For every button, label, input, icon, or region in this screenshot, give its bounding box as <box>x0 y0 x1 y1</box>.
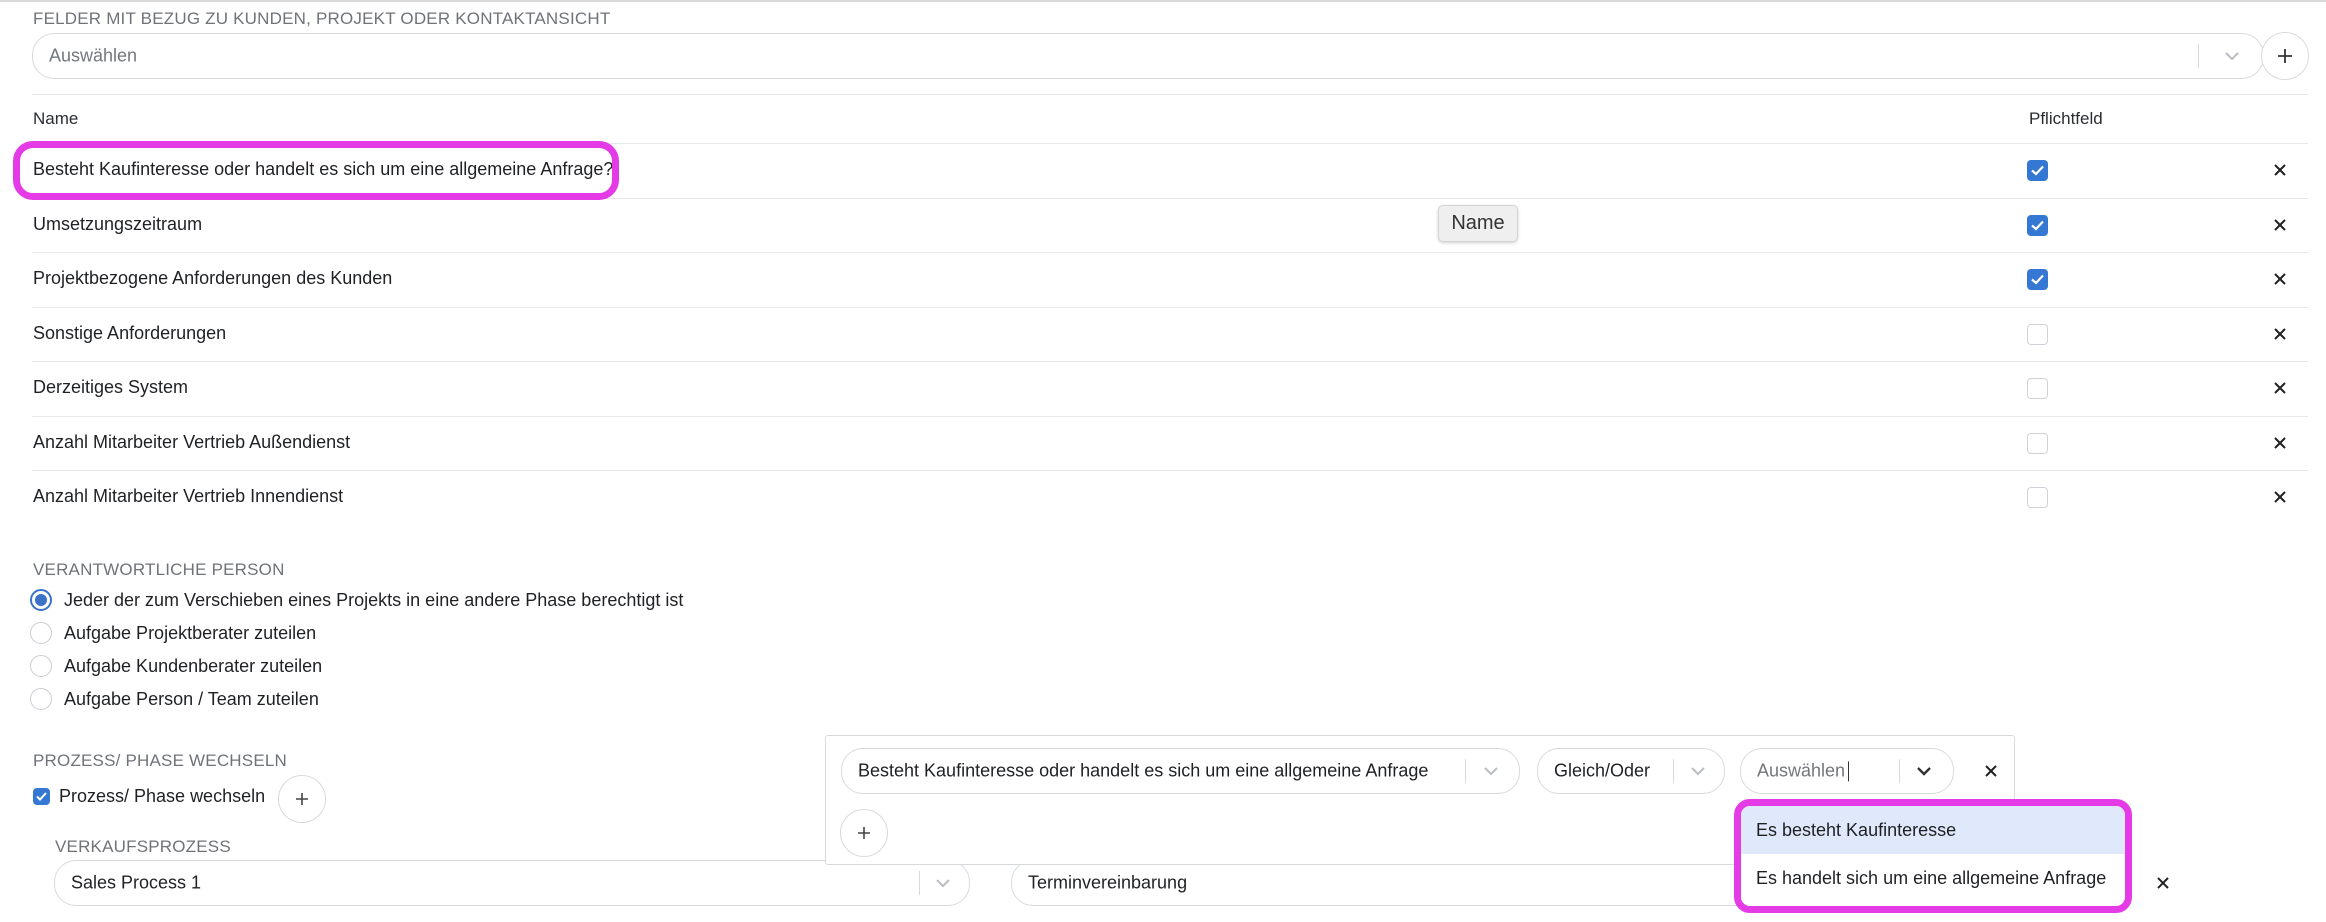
row-divider <box>32 361 2308 362</box>
close-icon[interactable] <box>2155 875 2171 891</box>
phase-value: Terminvereinbarung <box>1028 872 1188 893</box>
condition-value-select[interactable]: Auswählen <box>1740 748 1954 794</box>
remove-row-icon[interactable] <box>2272 162 2288 178</box>
close-icon[interactable] <box>1983 763 1999 779</box>
plus-icon <box>2278 49 2292 63</box>
column-header-name: Name <box>33 109 79 128</box>
select-separator <box>2198 44 2199 68</box>
column-header-required: Pflichtfeld <box>2029 109 2103 128</box>
check-icon <box>2031 274 2044 285</box>
condition-operator-select[interactable]: Gleich/Oder <box>1537 748 1725 794</box>
add-field-button[interactable] <box>2261 32 2309 80</box>
plus-icon <box>858 827 870 839</box>
fields-section-label: FELDER MIT BEZUG ZU KUNDEN, PROJEKT ODER… <box>33 9 611 28</box>
plus-icon <box>296 793 308 805</box>
row-divider <box>32 470 2308 471</box>
chevron-down-icon[interactable] <box>1913 760 1935 782</box>
highlight-annotation <box>13 141 619 200</box>
field-row-name: Umsetzungszeitraum <box>33 213 203 234</box>
process-checkbox-label: Prozess/ Phase wechseln <box>59 786 266 806</box>
required-checkbox[interactable] <box>2027 269 2048 290</box>
responsible-section-label: VERANTWORTLICHE PERSON <box>33 560 285 579</box>
remove-row-icon[interactable] <box>2272 217 2288 233</box>
process-checkbox[interactable] <box>33 788 50 805</box>
sales-process-select[interactable]: Sales Process 1 <box>54 860 970 906</box>
add-condition-button[interactable] <box>840 809 888 857</box>
field-row-name: Anzahl Mitarbeiter Vertrieb Außendienst <box>33 431 351 452</box>
divider <box>32 94 2308 95</box>
field-row-name: Anzahl Mitarbeiter Vertrieb Innendienst <box>33 486 344 506</box>
chevron-down-icon[interactable] <box>1480 760 1502 782</box>
required-checkbox[interactable] <box>2027 432 2048 454</box>
required-checkbox[interactable] <box>2027 378 2048 399</box>
select-separator <box>919 871 920 895</box>
condition-field-select[interactable]: Besteht Kaufinteresse oder handelt es si… <box>841 748 1520 794</box>
text-cursor <box>1848 761 1850 782</box>
select-separator <box>1899 759 1900 783</box>
field-row-name: Projektbezogene Anforderungen des Kunden <box>33 268 393 288</box>
select-separator <box>1673 759 1674 783</box>
condition-field-value: Besteht Kaufinteresse oder handelt es si… <box>858 760 1429 781</box>
remove-row-icon[interactable] <box>2272 435 2288 451</box>
condition-operator-value: Gleich/Oder <box>1554 760 1651 781</box>
remove-row-icon[interactable] <box>2272 489 2288 505</box>
top-border <box>0 0 2326 2</box>
responsible-radio-label: Jeder der zum Verschieben eines Projekts… <box>64 590 684 610</box>
responsible-radio-label: Aufgabe Person / Team zuteilen <box>64 689 319 709</box>
value-dropdown-menu: Es besteht Kaufinteresse Es handelt sich … <box>1734 799 2132 913</box>
condition-value-placeholder: Auswählen <box>1757 760 1846 781</box>
required-checkbox[interactable] <box>2027 214 2048 236</box>
remove-row-icon[interactable] <box>2272 380 2288 396</box>
select-separator <box>1465 759 1466 783</box>
sales-process-label: VERKAUFSPROZESS <box>55 837 231 856</box>
phase-select[interactable]: Terminvereinbarung <box>1011 860 1791 906</box>
chevron-down-icon[interactable] <box>1687 760 1709 782</box>
add-process-button[interactable] <box>278 775 326 823</box>
fields-select[interactable]: Auswählen <box>32 33 2264 79</box>
condition-value-input[interactable]: Auswählen <box>1757 760 1850 782</box>
chevron-down-icon[interactable] <box>932 872 954 894</box>
required-checkbox[interactable] <box>2027 487 2048 508</box>
responsible-radio[interactable] <box>30 589 52 611</box>
dropdown-option[interactable]: Es handelt sich um eine allgemeine Anfra… <box>1741 854 2125 902</box>
field-row-name: Derzeitiges System <box>33 377 189 397</box>
process-section-label: PROZESS/ PHASE WECHSELN <box>33 751 287 770</box>
check-icon <box>36 792 47 801</box>
responsible-radio-label: Aufgabe Kundenberater zuteilen <box>64 656 323 676</box>
row-divider <box>32 252 2308 253</box>
remove-row-icon[interactable] <box>2272 271 2288 287</box>
required-checkbox[interactable] <box>2027 323 2048 345</box>
responsible-radio[interactable] <box>30 688 52 710</box>
tooltip: Name <box>1438 205 1518 242</box>
row-divider <box>32 306 2308 308</box>
fields-select-placeholder: Auswählen <box>49 45 138 66</box>
check-icon <box>2031 220 2044 231</box>
required-checkbox[interactable] <box>2027 160 2048 181</box>
row-divider <box>32 415 2308 417</box>
field-row-name: Sonstige Anforderungen <box>33 322 227 343</box>
chevron-down-icon[interactable] <box>2221 45 2243 67</box>
remove-row-icon[interactable] <box>2272 326 2288 342</box>
responsible-radio[interactable] <box>30 655 52 677</box>
dropdown-option[interactable]: Es besteht Kaufinteresse <box>1741 806 2125 854</box>
responsible-radio[interactable] <box>30 622 52 644</box>
check-icon <box>2031 165 2044 176</box>
sales-process-value: Sales Process 1 <box>71 872 202 893</box>
responsible-radio-label: Aufgabe Projektberater zuteilen <box>64 623 317 643</box>
